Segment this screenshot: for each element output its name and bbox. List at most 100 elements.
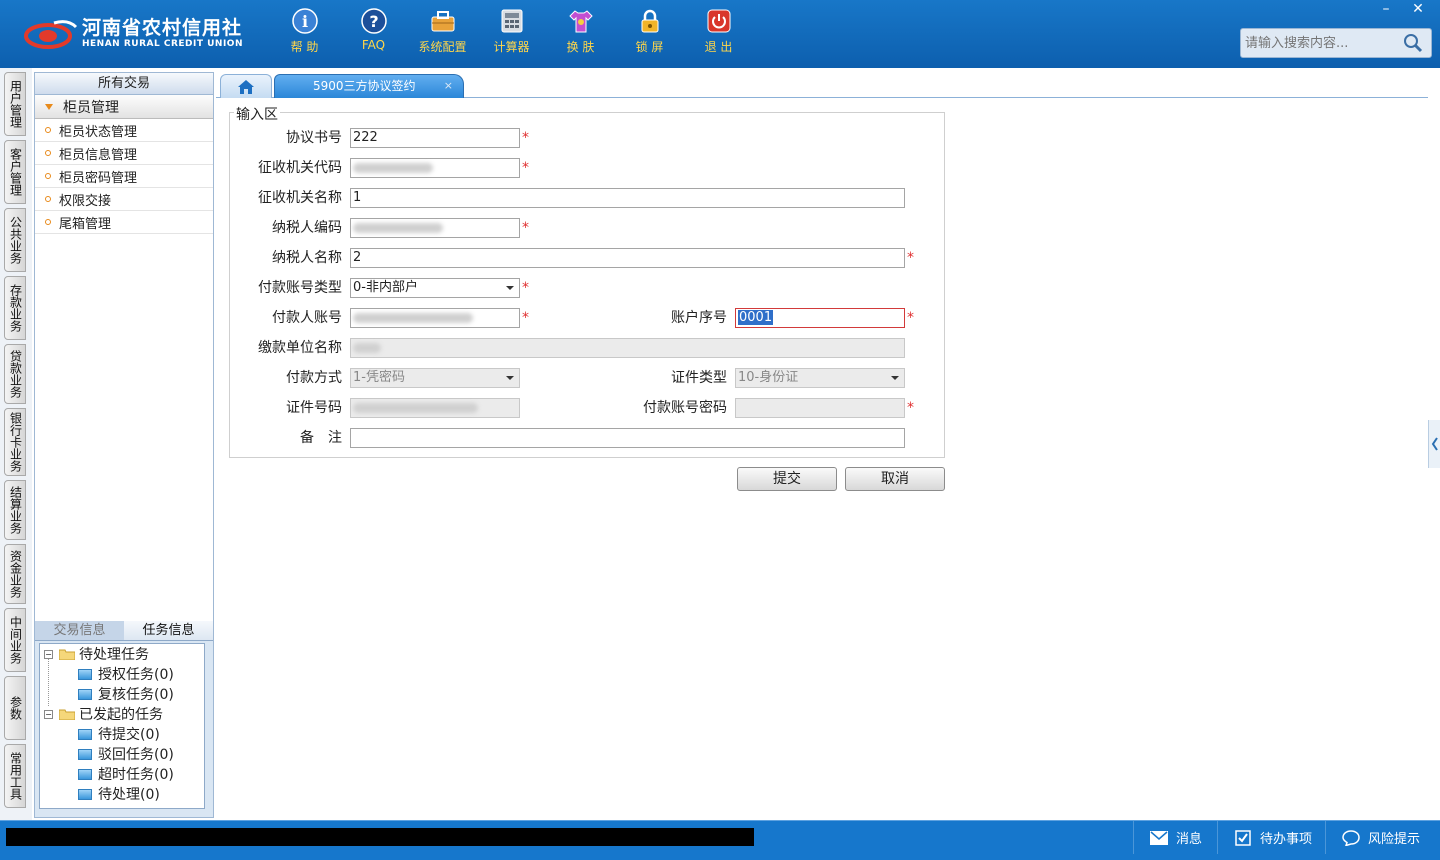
id-type-select: 10-身份证 bbox=[735, 368, 905, 388]
required-mark: * bbox=[522, 160, 529, 176]
required-mark: * bbox=[907, 310, 914, 326]
sidebar-menu: 柜员状态管理 柜员信息管理 柜员密码管理 权限交接 尾箱管理 bbox=[35, 119, 213, 639]
task-icon bbox=[78, 728, 92, 740]
sidebar-item-permission-handover[interactable]: 权限交接 bbox=[35, 188, 213, 211]
svg-text:?: ? bbox=[369, 12, 378, 31]
sidebar-group-teller-management[interactable]: 柜员管理 bbox=[35, 95, 213, 119]
risk-alert-button[interactable]: 风险提示 bbox=[1325, 821, 1440, 854]
tree-node-to-process[interactable]: 待处理(0) bbox=[40, 784, 204, 804]
dropdown-arrow-icon[interactable] bbox=[501, 279, 519, 297]
sidebar-item-label: 柜员信息管理 bbox=[59, 147, 138, 163]
status-message-area bbox=[6, 828, 754, 846]
minimize-button[interactable]: – bbox=[1370, 0, 1402, 18]
tree-node-to-submit[interactable]: 待提交(0) bbox=[40, 724, 204, 744]
account-type-label: 付款账号类型 bbox=[258, 280, 342, 296]
required-mark: * bbox=[907, 250, 914, 266]
messages-button[interactable]: 消息 bbox=[1133, 821, 1217, 854]
tab-tripartite-agreement[interactable]: 5900三方协议签约 × bbox=[274, 74, 464, 98]
search-input[interactable] bbox=[1241, 30, 1401, 56]
id-type-value: 10-身份证 bbox=[738, 370, 799, 385]
tree-node-review[interactable]: 复核任务(0) bbox=[40, 684, 204, 704]
taxpayer-code-input[interactable] bbox=[350, 218, 520, 238]
folder-icon bbox=[58, 708, 76, 721]
taxpayer-code-label: 纳税人编码 bbox=[272, 220, 342, 236]
vtab-customer-management[interactable]: 客户管理 bbox=[4, 140, 26, 204]
collapse-icon[interactable]: − bbox=[44, 709, 53, 719]
checkbox-icon bbox=[1234, 829, 1252, 846]
payer-unit-label: 缴款单位名称 bbox=[258, 340, 342, 356]
vtab-intermediate-business[interactable]: 中间业务 bbox=[4, 608, 26, 672]
logo-cn-text: 河南省农村信用社 bbox=[82, 17, 243, 39]
tax-office-name-input[interactable]: 1 bbox=[350, 188, 905, 208]
tab-transaction-info[interactable]: 交易信息 bbox=[35, 621, 124, 640]
tree-node-rejected[interactable]: 驳回任务(0) bbox=[40, 744, 204, 764]
account-pwd-input bbox=[735, 398, 905, 418]
toolbar-skin-label: 换 肤 bbox=[566, 40, 595, 54]
folder-icon bbox=[58, 648, 76, 661]
toolbar-exit-button[interactable]: 退 出 bbox=[684, 8, 753, 55]
tab-close-icon[interactable]: × bbox=[444, 75, 453, 97]
sidebar-group-label: 柜员管理 bbox=[63, 99, 119, 116]
toolbar-faq-button[interactable]: ? FAQ bbox=[339, 8, 408, 55]
toolbar-settings-button[interactable]: 系统配置 bbox=[408, 8, 477, 55]
app-window: 河南省农村信用社 HENAN RURAL CREDIT UNION i 帮 助 … bbox=[0, 0, 1440, 860]
vtab-deposit-business[interactable]: 存款业务 bbox=[4, 276, 26, 340]
account-seq-value: 0001 bbox=[738, 310, 774, 325]
sidebar-item-teller-info[interactable]: 柜员信息管理 bbox=[35, 142, 213, 165]
toolbar-calculator-button[interactable]: 计算器 bbox=[477, 8, 546, 55]
collapse-icon[interactable]: − bbox=[44, 649, 53, 659]
search-box bbox=[1240, 28, 1432, 58]
id-no-label: 证件号码 bbox=[286, 400, 342, 416]
account-type-select[interactable]: 0-非内部户 bbox=[350, 278, 520, 298]
submit-button[interactable]: 提交 bbox=[737, 467, 837, 491]
status-bar: 消息 待办事项 风险提示 bbox=[0, 820, 1440, 860]
toolbar-help-button[interactable]: i 帮 助 bbox=[270, 8, 339, 55]
tree-node-label: 授权任务(0) bbox=[98, 667, 174, 683]
required-mark: * bbox=[522, 130, 529, 146]
tab-home[interactable] bbox=[220, 74, 272, 98]
vtab-user-management[interactable]: 用户管理 bbox=[4, 72, 26, 136]
pay-method-value: 1-凭密码 bbox=[353, 370, 405, 385]
chat-bubble-icon bbox=[1342, 829, 1360, 846]
tree-node-timeout[interactable]: 超时任务(0) bbox=[40, 764, 204, 784]
vtab-card-business[interactable]: 银行卡业务 bbox=[4, 408, 26, 476]
mail-icon bbox=[1150, 830, 1168, 846]
tree-node-label: 复核任务(0) bbox=[98, 687, 174, 703]
sidebar-item-tail-box[interactable]: 尾箱管理 bbox=[35, 211, 213, 234]
task-tree: − 待处理任务 授权任务(0) 复核任务(0) − 已发起的任务 待提交(0) … bbox=[39, 643, 205, 809]
account-seq-label: 账户序号 bbox=[671, 310, 727, 326]
account-seq-input[interactable]: 0001 bbox=[735, 308, 905, 328]
toolbar-lock-button[interactable]: 锁 屏 bbox=[615, 8, 684, 55]
vtab-public-business[interactable]: 公共业务 bbox=[4, 208, 26, 272]
vtab-settlement-business[interactable]: 结算业务 bbox=[4, 480, 26, 540]
remark-input[interactable] bbox=[350, 428, 905, 448]
id-type-label: 证件类型 bbox=[671, 370, 727, 386]
sidebar-item-teller-status[interactable]: 柜员状态管理 bbox=[35, 119, 213, 142]
search-icon[interactable] bbox=[1401, 31, 1425, 55]
vtab-fund-business[interactable]: 资金业务 bbox=[4, 544, 26, 604]
tab-task-info[interactable]: 任务信息 bbox=[124, 621, 213, 640]
cancel-button[interactable]: 取消 bbox=[845, 467, 945, 491]
required-mark: * bbox=[522, 310, 529, 326]
vtab-parameters[interactable]: 参数 bbox=[4, 676, 26, 740]
tree-node-authorize[interactable]: 授权任务(0) bbox=[40, 664, 204, 684]
payer-account-input[interactable] bbox=[350, 308, 520, 328]
tree-node-label: 待处理(0) bbox=[98, 787, 160, 803]
transaction-sidebar: 所有交易 柜员管理 柜员状态管理 柜员信息管理 柜员密码管理 权限交接 尾箱管理… bbox=[34, 72, 214, 818]
logo-en-text: HENAN RURAL CREDIT UNION bbox=[82, 39, 243, 49]
toolbar-skin-button[interactable]: 换 肤 bbox=[546, 8, 615, 55]
vtab-loan-business[interactable]: 贷款业务 bbox=[4, 344, 26, 404]
close-window-button[interactable]: ✕ bbox=[1402, 0, 1434, 18]
todo-button[interactable]: 待办事项 bbox=[1217, 821, 1325, 854]
tax-office-code-input[interactable] bbox=[350, 158, 520, 178]
sidebar-item-teller-password[interactable]: 柜员密码管理 bbox=[35, 165, 213, 188]
sidebar-item-label: 柜员密码管理 bbox=[59, 170, 138, 186]
payer-unit-input bbox=[350, 338, 905, 358]
agreement-no-input[interactable]: 222 bbox=[350, 128, 520, 148]
tree-node-started[interactable]: − 已发起的任务 bbox=[40, 704, 204, 724]
right-panel-toggle[interactable] bbox=[1428, 420, 1440, 468]
tree-node-pending[interactable]: − 待处理任务 bbox=[40, 644, 204, 664]
taxpayer-name-input[interactable]: 2 bbox=[350, 248, 905, 268]
vtab-common-tools[interactable]: 常用工具 bbox=[4, 744, 26, 808]
remark-label: 备 注 bbox=[300, 430, 342, 446]
